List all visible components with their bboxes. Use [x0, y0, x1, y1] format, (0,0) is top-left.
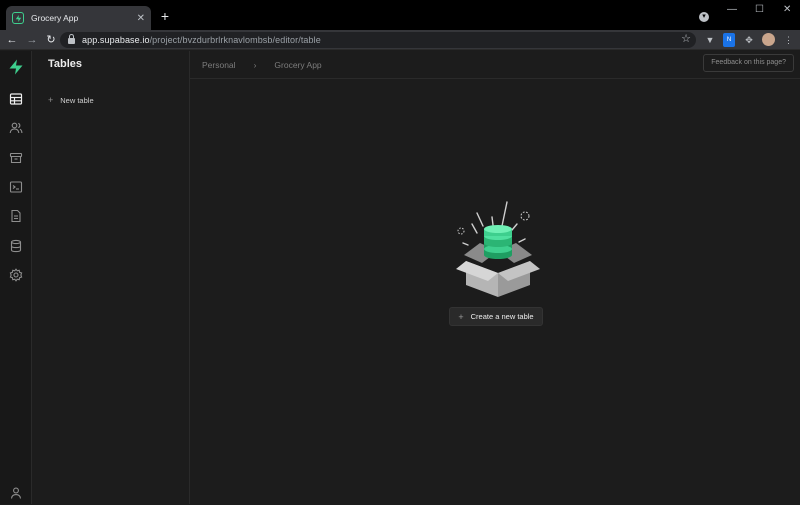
forward-icon[interactable]: → [24, 32, 40, 48]
tab-title: Grocery App [31, 13, 79, 23]
plus-icon: + [48, 95, 54, 105]
plus-icon: + [458, 311, 464, 322]
tables-sidebar: Tables + New table [32, 51, 190, 504]
close-window-icon[interactable]: ✕ [783, 4, 791, 15]
tab-search-icon[interactable]: ▾ [699, 12, 709, 22]
supabase-favicon-icon [12, 12, 24, 24]
reload-icon[interactable]: ↻ [43, 32, 59, 48]
sql-terminal-icon[interactable] [9, 180, 23, 194]
browser-tab[interactable]: Grocery App ✕ [6, 6, 151, 30]
settings-icon[interactable] [9, 268, 23, 282]
browser-tab-strip: Grocery App ✕ + ▾ — ☐ ✕ [0, 0, 800, 30]
database-icon[interactable] [9, 239, 23, 253]
nav-rail [0, 51, 32, 504]
address-bar[interactable]: app.supabase.io/project/bvzdurbrlrknavlo… [60, 32, 696, 48]
vue-devtools-extension-icon[interactable]: ▼ [704, 33, 716, 47]
minimize-icon[interactable]: — [727, 4, 737, 15]
maximize-icon[interactable]: ☐ [755, 4, 764, 15]
create-new-table-button[interactable]: + Create a new table [449, 307, 543, 326]
url-text: app.supabase.io/project/bvzdurbrlrknavlo… [82, 35, 321, 45]
feedback-button[interactable]: Feedback on this page? [703, 54, 794, 72]
new-table-label: New table [60, 95, 94, 105]
account-icon[interactable] [9, 486, 23, 500]
extension-icon[interactable]: N [723, 33, 735, 47]
table-editor-icon[interactable] [9, 92, 23, 106]
supabase-logo-icon[interactable] [8, 59, 24, 75]
bookmark-star-icon[interactable]: ☆ [681, 32, 691, 45]
storage-icon[interactable] [9, 151, 23, 165]
browser-menu-icon[interactable]: ⋮ [784, 33, 793, 47]
users-icon[interactable] [9, 121, 23, 135]
main-content: Personal › Grocery App Feedback on this … [190, 51, 800, 504]
breadcrumb-org[interactable]: Personal [202, 60, 236, 70]
tab-close-icon[interactable]: ✕ [137, 13, 145, 24]
profile-avatar[interactable] [762, 33, 775, 46]
sidebar-title: Tables [48, 58, 83, 70]
breadcrumb-project[interactable]: Grocery App [274, 60, 321, 70]
empty-box-illustration [452, 199, 544, 299]
new-tab-button[interactable]: + [157, 8, 173, 24]
docs-icon[interactable] [9, 209, 23, 223]
browser-toolbar: ← → ↻ app.supabase.io/project/bvzdurbrlr… [0, 30, 800, 50]
back-icon[interactable]: ← [4, 32, 20, 48]
create-new-table-label: Create a new table [470, 312, 534, 321]
chevron-right-icon: › [253, 59, 257, 70]
supabase-app: Tables + New table Personal › Grocery Ap… [0, 51, 800, 504]
new-table-button[interactable]: + New table [48, 95, 94, 105]
extensions-puzzle-icon[interactable]: ✥ [743, 33, 755, 47]
lock-icon [68, 34, 75, 44]
